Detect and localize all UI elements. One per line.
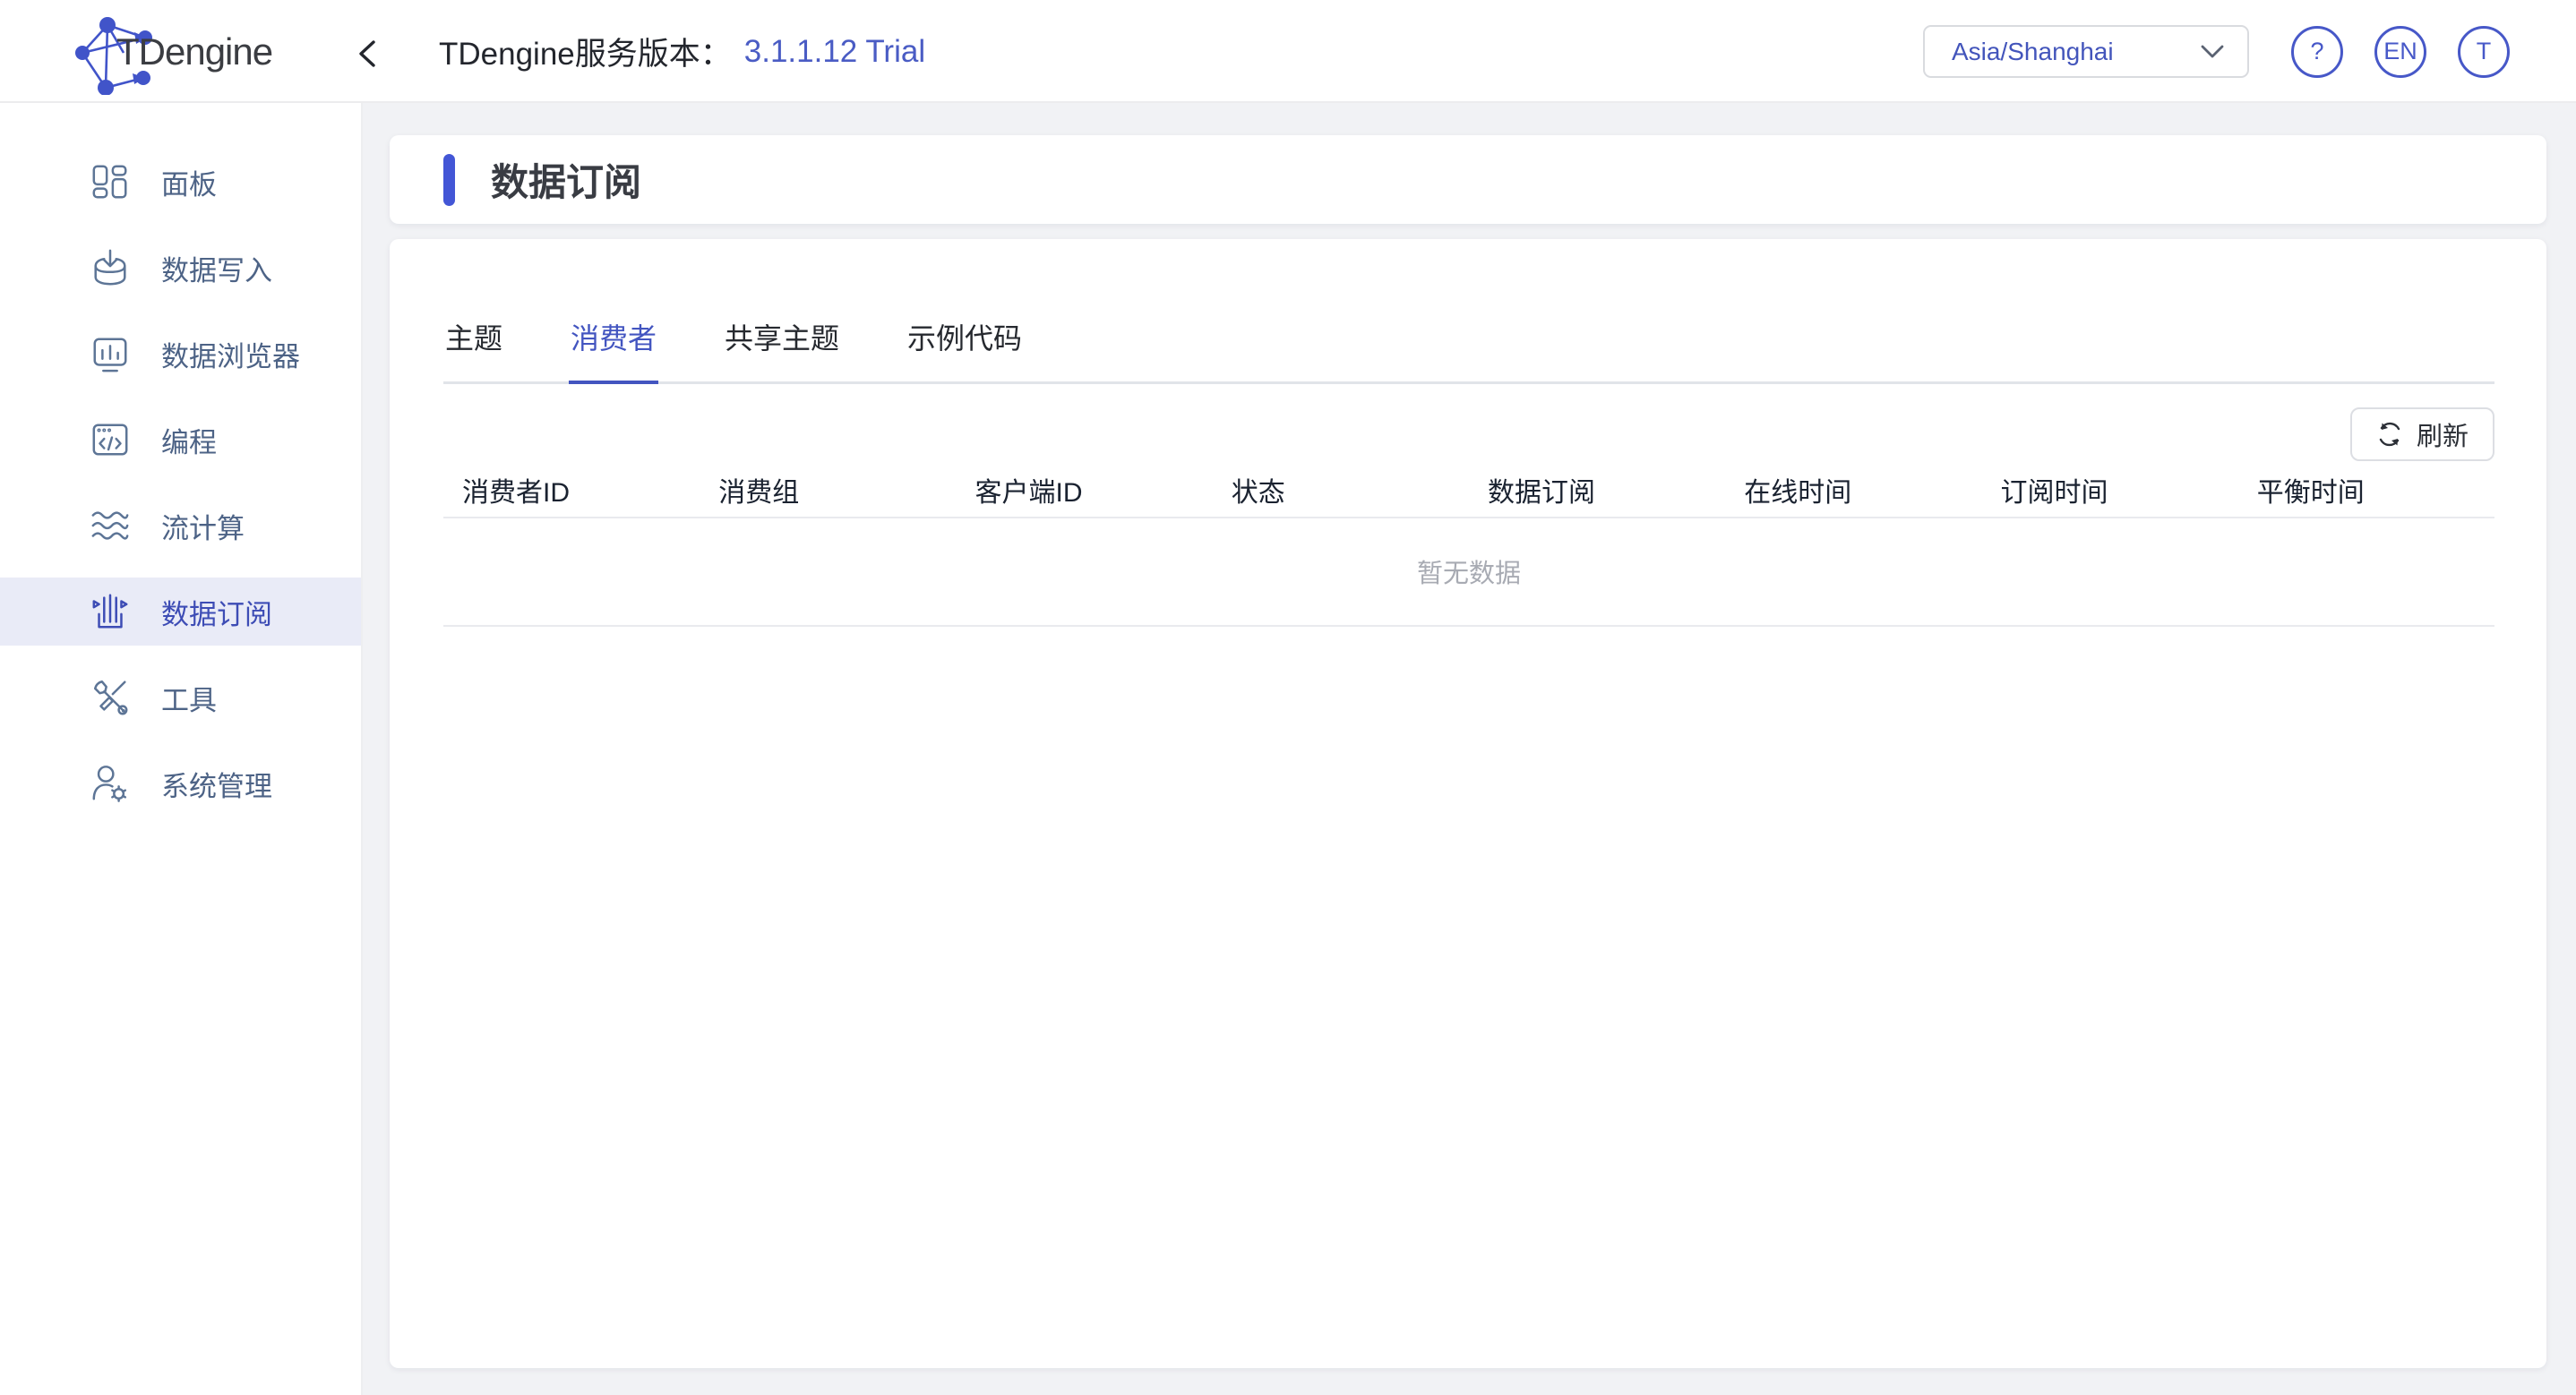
- sidebar-item-label: 流计算: [161, 506, 245, 546]
- sidebar-item-data-in[interactable]: 数据写入: [0, 234, 361, 302]
- top-header: TDengine TDengine服务版本： 3.1.1.12 Trial As…: [0, 0, 2576, 103]
- sidebar-item-explorer[interactable]: 数据浏览器: [0, 320, 361, 388]
- refresh-button[interactable]: 刷新: [2350, 407, 2494, 461]
- tab-sample-code[interactable]: 示例代码: [906, 316, 1024, 381]
- system-admin-icon: [90, 763, 131, 804]
- avatar-glyph: T: [2477, 38, 2492, 65]
- help-button[interactable]: ?: [2291, 26, 2343, 78]
- table-header-row: 消费者ID 消费组 客户端ID 状态 数据订阅 在线时间 订阅时间 平衡时间: [443, 463, 2494, 518]
- sidebar-item-subscription[interactable]: 数据订阅: [0, 578, 361, 646]
- sidebar-item-label: 数据写入: [161, 248, 272, 288]
- subscription-icon: [90, 591, 131, 632]
- sidebar-item-stream[interactable]: 流计算: [0, 492, 361, 560]
- column-header: 在线时间: [1725, 463, 1981, 517]
- column-header: 客户端ID: [957, 463, 1213, 517]
- main-content: 数据订阅 主题 消费者 共享主题 示例代码: [363, 103, 2576, 1395]
- programming-icon: [90, 419, 131, 460]
- help-glyph: ?: [2310, 38, 2323, 65]
- tab-topics[interactable]: 主题: [443, 316, 504, 381]
- tab-bar: 主题 消费者 共享主题 示例代码: [443, 239, 2494, 384]
- explorer-icon: [90, 333, 131, 374]
- subscription-panel: 主题 消费者 共享主题 示例代码: [390, 239, 2546, 1368]
- sidebar-item-programming[interactable]: 编程: [0, 406, 361, 474]
- consumers-table: 消费者ID 消费组 客户端ID 状态 数据订阅 在线时间 订阅时间 平衡时间 暂…: [443, 463, 2494, 627]
- service-version-label: TDengine服务版本：: [439, 29, 732, 74]
- refresh-icon: [2376, 421, 2403, 448]
- sidebar-item-tools[interactable]: 工具: [0, 663, 361, 732]
- chevron-down-icon: [2201, 45, 2224, 59]
- column-header: 平衡时间: [2238, 463, 2494, 517]
- timezone-select[interactable]: Asia/Shanghai: [1923, 25, 2249, 78]
- language-label: EN: [2383, 38, 2417, 65]
- service-version: TDengine服务版本： 3.1.1.12 Trial: [439, 0, 925, 103]
- column-header: 消费组: [700, 463, 956, 517]
- sidebar-item-system-admin[interactable]: 系统管理: [0, 749, 361, 817]
- refresh-label: 刷新: [2417, 415, 2469, 453]
- sidebar-item-label: 面板: [161, 162, 217, 202]
- tab-consumers[interactable]: 消费者: [569, 316, 658, 384]
- header-controls: Asia/Shanghai ? EN T: [1923, 0, 2510, 103]
- sidebar-item-label: 系统管理: [161, 764, 272, 804]
- column-header: 数据订阅: [1469, 463, 1725, 517]
- language-button[interactable]: EN: [2374, 26, 2426, 78]
- page-title: 数据订阅: [491, 152, 641, 207]
- tdengine-explorer-app: TDengine TDengine服务版本： 3.1.1.12 Trial As…: [0, 0, 2576, 1395]
- table-toolbar: 刷新: [443, 407, 2494, 461]
- sidebar-item-label: 数据订阅: [161, 592, 272, 632]
- data-in-icon: [90, 247, 131, 288]
- table-empty-state: 暂无数据: [443, 518, 2494, 627]
- sidebar-item-label: 编程: [161, 420, 217, 460]
- timezone-value: Asia/Shanghai: [1952, 38, 2114, 66]
- sidebar-item-label: 数据浏览器: [161, 334, 300, 374]
- sidebar-item-dashboard[interactable]: 面板: [0, 148, 361, 216]
- stream-icon: [90, 505, 131, 546]
- brand-name: TDengine: [116, 30, 272, 73]
- sidebar-collapse-button[interactable]: [348, 34, 387, 73]
- dashboard-icon: [90, 161, 131, 202]
- tab-shared-topics[interactable]: 共享主题: [723, 316, 841, 381]
- sidebar-nav: 面板 数据写入: [0, 103, 363, 1395]
- service-version-value: 3.1.1.12 Trial: [744, 34, 925, 70]
- brand-link[interactable]: TDengine: [70, 5, 276, 98]
- column-header: 消费者ID: [443, 463, 700, 517]
- page-title-card: 数据订阅: [390, 135, 2546, 224]
- tools-icon: [90, 677, 131, 718]
- sidebar-item-label: 工具: [161, 678, 217, 718]
- title-accent-bar: [443, 154, 455, 206]
- column-header: 订阅时间: [1982, 463, 2238, 517]
- column-header: 状态: [1213, 463, 1469, 517]
- user-avatar[interactable]: T: [2458, 26, 2510, 78]
- chevron-left-icon: [356, 39, 379, 69]
